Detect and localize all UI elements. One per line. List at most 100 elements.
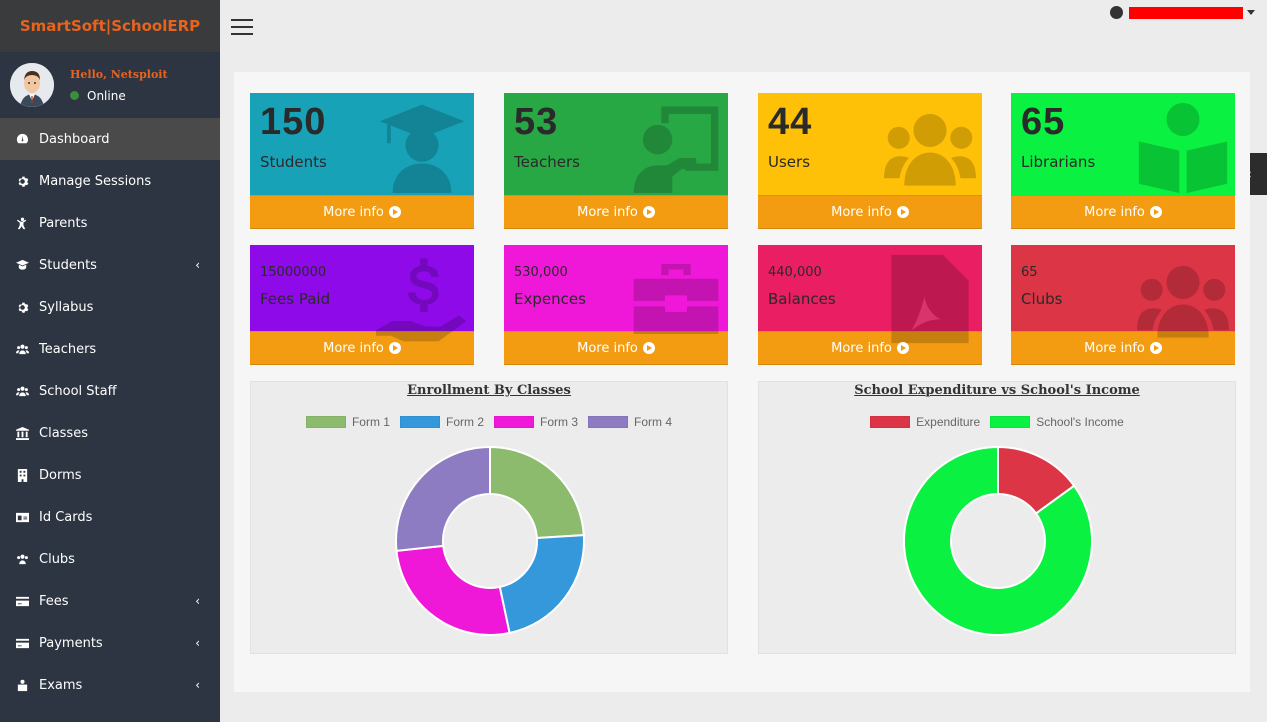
sidebar-item-clubs[interactable]: Clubs — [0, 538, 220, 580]
toolbox-icon — [630, 253, 722, 345]
brand-title: SmartSoft|SchoolERP — [19, 17, 201, 35]
avatar — [10, 63, 54, 107]
users-icon — [884, 101, 976, 193]
stat-box-students: 150 Students More info — [250, 93, 474, 229]
legend-swatch — [588, 416, 629, 428]
chart-legend: Expenditure School's Income — [759, 415, 1235, 429]
chevron-left-icon: ‹ — [195, 636, 200, 650]
donut-slice-form-1[interactable] — [489, 445, 585, 540]
sidebar-item-exams[interactable]: Exams ‹ — [0, 664, 220, 706]
book-reader-icon — [1137, 101, 1229, 193]
donut-slice-form-4[interactable] — [395, 445, 491, 552]
user-panel: Hello, Netsploit Online — [0, 52, 220, 118]
expenditure-chart-panel: School Expenditure vs School's Income Ex… — [758, 381, 1236, 654]
chalkboard-teacher-icon — [630, 101, 722, 193]
chevron-left-icon: ‹ — [195, 594, 200, 608]
more-info-label: More info — [1084, 204, 1145, 220]
chart-legend: Form 1 Form 2 Form 3 Form 4 — [251, 415, 727, 429]
legend-item[interactable]: Form 3 — [494, 415, 578, 429]
more-info-link[interactable]: More info — [250, 195, 474, 229]
more-info-label: More info — [1084, 340, 1145, 356]
legend-item[interactable]: Expenditure — [870, 415, 980, 429]
legend-item[interactable]: Form 4 — [588, 415, 672, 429]
stat-box-teachers: 53 Teachers More info — [504, 93, 728, 229]
enrollment-chart-panel: Enrollment By Classes Form 1 Form 2 Form 3… — [250, 381, 728, 654]
stat-box-librarians: 65 Librarians More info — [1011, 93, 1235, 229]
sidebar-item-label: Students — [39, 257, 97, 273]
stat-box-expences: 530,000 Expences More info — [504, 245, 728, 365]
arrow-circle-right-icon — [1149, 206, 1162, 218]
arrow-circle-right-icon — [642, 342, 655, 354]
sidebar-item-label: Manage Sessions — [39, 173, 152, 189]
legend-label: Form 4 — [634, 415, 673, 429]
id-card-icon — [15, 510, 29, 524]
brand-logo[interactable]: SmartSoft|SchoolERP — [0, 0, 220, 52]
more-info-label: More info — [577, 204, 638, 220]
more-info-label: More info — [323, 340, 384, 356]
sidebar-item-teachers[interactable]: Teachers — [0, 328, 220, 370]
legend-label: Expenditure — [916, 415, 981, 429]
enrollment-donut-chart — [395, 445, 585, 636]
graduate-icon — [376, 101, 468, 193]
more-info-link[interactable]: More info — [1011, 195, 1235, 229]
sidebar-item-manage-sessions[interactable]: Manage Sessions — [0, 160, 220, 202]
sidebar-item-syllabus[interactable]: Syllabus — [0, 286, 220, 328]
legend-item[interactable]: School's Income — [990, 415, 1124, 429]
users-icon — [15, 384, 29, 398]
sidebar-menu: Dashboard Manage Sessions Parents Students ‹… — [0, 118, 220, 706]
legend-swatch — [305, 416, 346, 428]
menu-toggle-icon[interactable] — [231, 19, 253, 35]
sidebar: SmartSoft|SchoolERP Hello, Netsploit Onl… — [0, 0, 220, 722]
building-icon — [15, 468, 29, 482]
top-navbar — [220, 0, 1267, 52]
sidebar-item-label: Exams — [39, 677, 83, 693]
sidebar-item-label: Clubs — [39, 551, 75, 567]
more-info-label: More info — [577, 340, 638, 356]
arrow-circle-right-icon — [642, 206, 655, 218]
sidebar-item-label: School Staff — [39, 383, 117, 399]
donut-slice-form-3[interactable] — [395, 544, 511, 636]
sidebar-item-dorms[interactable]: Dorms — [0, 454, 220, 496]
sidebar-item-payments[interactable]: Payments ‹ — [0, 622, 220, 664]
user-circle-icon — [1110, 6, 1123, 19]
legend-label: Form 1 — [351, 415, 390, 429]
more-info-link[interactable]: More info — [504, 195, 728, 229]
legend-label: Form 3 — [540, 415, 579, 429]
expenditure-donut-chart — [903, 445, 1093, 636]
sidebar-item-label: Classes — [39, 425, 88, 441]
sidebar-item-classes[interactable]: Classes — [0, 412, 220, 454]
arrow-circle-right-icon — [388, 206, 401, 218]
user-menu-dropdown[interactable] — [1110, 6, 1255, 19]
stat-box-users: 44 Users More info — [758, 93, 982, 229]
sidebar-item-label: Syllabus — [39, 299, 94, 315]
dashboard-icon — [15, 132, 29, 146]
legend-item[interactable]: Form 1 — [305, 415, 390, 429]
sidebar-item-dashboard[interactable]: Dashboard — [0, 118, 220, 160]
legend-swatch — [399, 416, 440, 428]
credit-card-icon — [15, 636, 29, 650]
chart-title: School Expenditure vs School's Income — [854, 383, 1140, 398]
bank-icon — [15, 426, 29, 440]
gear-icon — [15, 300, 29, 314]
sidebar-item-label: Teachers — [39, 341, 97, 357]
chevron-left-icon: ‹ — [195, 258, 200, 272]
sidebar-item-label: Payments — [39, 635, 103, 651]
gear-icon — [15, 174, 29, 188]
hand-dollar-icon — [376, 253, 468, 345]
sidebar-item-students[interactable]: Students ‹ — [0, 244, 220, 286]
sidebar-item-id-cards[interactable]: Id Cards — [0, 496, 220, 538]
users-icon — [15, 342, 29, 356]
donut-slice-form-2[interactable] — [498, 534, 585, 635]
user-status-label: Online — [87, 88, 126, 103]
caret-down-icon — [1247, 10, 1255, 15]
sidebar-item-label: Fees — [39, 593, 69, 609]
more-info-label: More info — [831, 340, 892, 356]
more-info-link[interactable]: More info — [758, 195, 982, 229]
sidebar-item-parents[interactable]: Parents — [0, 202, 220, 244]
arrow-circle-right-icon — [1149, 342, 1162, 354]
sidebar-item-label: Dashboard — [39, 131, 110, 147]
sidebar-item-school-staff[interactable]: School Staff — [0, 370, 220, 412]
sidebar-item-fees[interactable]: Fees ‹ — [0, 580, 220, 622]
legend-item[interactable]: Form 2 — [399, 415, 484, 429]
legend-label: Form 2 — [445, 415, 484, 429]
